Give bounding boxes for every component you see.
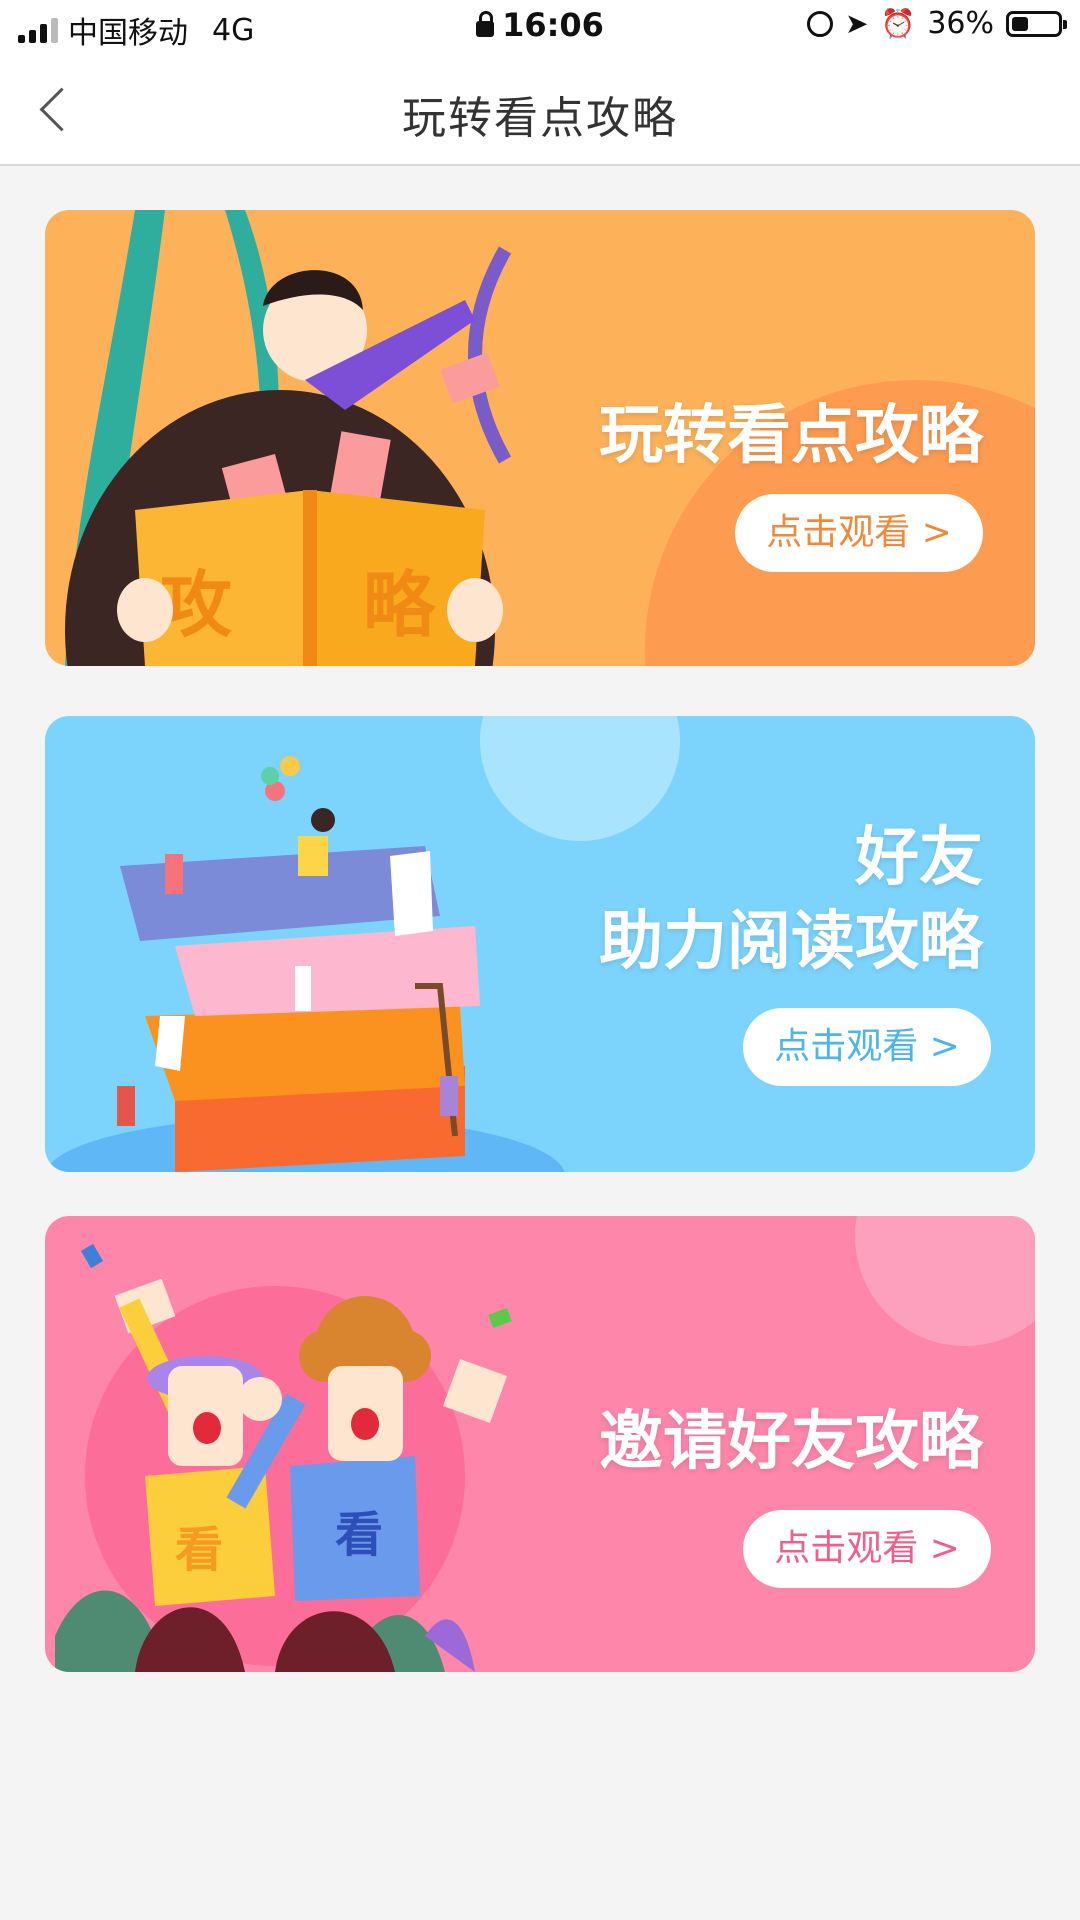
guide-card-invite-friends[interactable]: 看 看 邀请好友攻略 点击观看 > bbox=[45, 1216, 1035, 1672]
card-title: 邀请好友攻略 bbox=[599, 1400, 983, 1484]
watch-button[interactable]: 点击观看 > bbox=[743, 1008, 991, 1086]
status-right: ➤ ⏰ 36% bbox=[806, 6, 1067, 41]
card-title-line: 玩转看点攻略 bbox=[599, 399, 983, 473]
status-bar: 中国移动 4G 16:06 ➤ ⏰ 36% bbox=[0, 0, 1080, 52]
watch-button[interactable]: 点击观看 > bbox=[735, 494, 983, 572]
shirt-char-left: 看 bbox=[175, 1522, 223, 1578]
card-title-line-1: 好友 bbox=[855, 821, 983, 895]
battery-percent: 36% bbox=[927, 6, 994, 41]
card-title: 玩转看点攻略 bbox=[599, 394, 983, 478]
nav-bar: 玩转看点攻略 bbox=[0, 52, 1080, 166]
battery-icon bbox=[1006, 10, 1067, 37]
card-title-line-2: 助力阅读攻略 bbox=[599, 905, 983, 979]
guide-card-kandian[interactable]: 攻 略 玩转看点攻略 点击观看 > bbox=[45, 210, 1035, 666]
book-char-right: 略 bbox=[363, 563, 437, 647]
page-title: 玩转看点攻略 bbox=[402, 93, 678, 144]
location-arrow-icon: ➤ bbox=[844, 7, 869, 40]
alarm-icon: ⏰ bbox=[880, 7, 916, 40]
card-title-line: 邀请好友攻略 bbox=[599, 1405, 983, 1479]
watch-button[interactable]: 点击观看 > bbox=[743, 1510, 991, 1588]
time-label: 16:06 bbox=[502, 6, 604, 44]
lock-icon bbox=[476, 11, 495, 37]
rotation-lock-icon bbox=[806, 10, 833, 37]
guide-card-friend-reading[interactable]: 好友 助力阅读攻略 点击观看 > bbox=[45, 716, 1035, 1172]
card-title: 好友 助力阅读攻略 bbox=[599, 816, 983, 984]
shirt-char-right: 看 bbox=[335, 1507, 383, 1563]
